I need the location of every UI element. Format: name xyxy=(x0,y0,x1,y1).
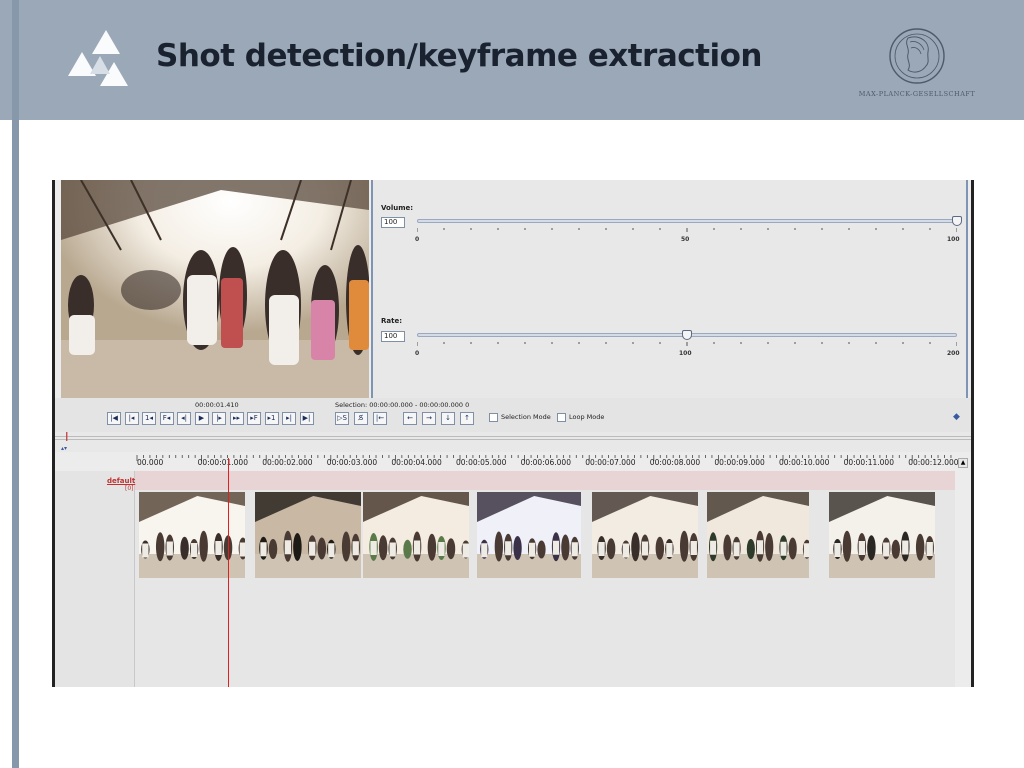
volume-rate-panel: Volume: 100 0 50 100 Rate: 100 0 100 200 xyxy=(371,180,968,398)
volume-tick-0: 0 xyxy=(415,236,420,243)
ruler-label: 00.000 xyxy=(137,458,164,467)
media-control-bar: 00:00:01.410 Selection: 00:00:00.000 - 0… xyxy=(55,398,971,432)
expand-collapse-icon[interactable]: ◆ xyxy=(953,412,960,422)
selection-to-crosshair-button[interactable]: |← xyxy=(373,412,387,425)
rate-ticks xyxy=(417,342,957,346)
triangles-logo-icon xyxy=(68,30,128,86)
time-ruler[interactable]: 00.000 00:00:01.000 00:00:02.000 00:00:03.0… xyxy=(135,455,959,471)
rate-label: Rate: xyxy=(381,317,403,325)
splitter-arrows-icon[interactable]: ▴▾ xyxy=(61,445,67,452)
tier-strip-default[interactable] xyxy=(135,471,955,490)
previous-frame-button[interactable]: F◂ xyxy=(159,412,174,425)
ruler-label: 00:00:05.000 xyxy=(456,458,507,467)
ruler-label: 00:00:12.000 xyxy=(908,458,959,467)
scroll-up-button[interactable]: ▲ xyxy=(958,458,968,468)
loop-mode-label: Loop Mode xyxy=(569,413,605,421)
play-selection-button[interactable]: ▸▸ xyxy=(229,412,244,425)
playhead-crosshair[interactable] xyxy=(228,458,229,687)
previous-second-button[interactable]: 1◂ xyxy=(142,412,156,425)
annotation-app-window: Volume: 100 0 50 100 Rate: 100 0 100 200… xyxy=(52,180,974,687)
next-second-button[interactable]: ▸1 xyxy=(264,412,279,425)
play-around-selection-button[interactable]: ▷S xyxy=(335,412,349,425)
keyframe-thumbnail[interactable] xyxy=(592,492,698,578)
volume-label: Volume: xyxy=(381,204,414,212)
volume-value-field[interactable]: 100 xyxy=(381,217,405,228)
institute-name: MAX-PLANCK-GESELLSCHAFT xyxy=(858,90,976,98)
video-viewer[interactable] xyxy=(61,180,369,398)
ruler-label: 00:00:03.000 xyxy=(326,458,378,467)
volume-ticks xyxy=(417,228,957,232)
previous-scrollview-button[interactable]: |◂ xyxy=(124,412,139,425)
play-pause-button[interactable]: ▶ xyxy=(194,412,209,425)
prev-annotation-button[interactable]: ← xyxy=(403,412,417,425)
slide: Shot detection/keyframe extraction MAX-P… xyxy=(0,0,1024,768)
ruler-label: 00:00:04.000 xyxy=(391,458,442,467)
ruler-label: 00:00:09.000 xyxy=(714,458,765,467)
panel-splitter[interactable]: I ▴▾ xyxy=(55,430,971,452)
loop-mode-checkbox[interactable] xyxy=(557,413,566,422)
current-time-display: 00:00:01.410 xyxy=(195,401,239,409)
ruler-label: 00:00:11.000 xyxy=(843,458,894,467)
next-pixel-button[interactable]: |▸ xyxy=(212,412,226,425)
selection-mode-checkbox[interactable] xyxy=(489,413,498,422)
volume-slider-thumb[interactable] xyxy=(952,216,962,226)
rate-slider-thumb[interactable] xyxy=(682,330,692,340)
go-to-begin-button[interactable]: |◀ xyxy=(107,412,121,425)
clear-selection-button[interactable]: S̸ xyxy=(354,412,368,425)
next-frame-button[interactable]: ▸F xyxy=(247,412,261,425)
tier-name-label[interactable]: default xyxy=(107,477,135,485)
keyframe-thumbnail[interactable] xyxy=(139,492,245,578)
slide-title: Shot detection/keyframe extraction xyxy=(156,38,762,74)
selection-mode-label: Selection Mode xyxy=(501,413,551,421)
volume-tick-100: 100 xyxy=(947,236,960,243)
rate-tick-100: 100 xyxy=(679,350,692,357)
keyframe-thumbnail[interactable] xyxy=(829,492,935,578)
keyframe-thumbnail[interactable] xyxy=(707,492,809,578)
left-accent-stripe xyxy=(12,0,19,768)
ruler-label: 00:00:01.000 xyxy=(197,458,248,467)
go-to-end-button[interactable]: ▶| xyxy=(299,412,314,425)
tier-annotation-count: [0] xyxy=(125,485,134,492)
rate-tick-0: 0 xyxy=(415,350,420,357)
rate-value-field[interactable]: 100 xyxy=(381,331,405,342)
volume-slider-track[interactable] xyxy=(417,219,957,223)
ruler-label: 00:00:07.000 xyxy=(585,458,636,467)
keyframe-thumbnail[interactable] xyxy=(363,492,469,578)
ruler-label: 00:00:08.000 xyxy=(649,458,701,467)
annotation-up-button[interactable]: ↑ xyxy=(460,412,474,425)
next-scrollview-button[interactable]: ▸| xyxy=(282,412,296,425)
ruler-label: 00:00:06.000 xyxy=(520,458,571,467)
annotation-down-button[interactable]: ↓ xyxy=(441,412,455,425)
volume-tick-50: 50 xyxy=(681,236,690,243)
ruler-label: 00:00:02.000 xyxy=(262,458,313,467)
keyframe-thumbnail[interactable] xyxy=(255,492,361,578)
rate-tick-200: 200 xyxy=(947,350,960,357)
next-annotation-button[interactable]: → xyxy=(422,412,436,425)
selection-display: Selection: 00:00:00.000 - 00:00:00.000 0 xyxy=(335,401,470,409)
ruler-label: 00:00:10.000 xyxy=(779,458,830,467)
crosshair-marker-icon: I xyxy=(65,430,69,444)
video-frame xyxy=(61,180,369,398)
previous-pixel-button[interactable]: ◂| xyxy=(177,412,191,425)
keyframe-thumbnail[interactable] xyxy=(477,492,581,578)
tier-name-gutter xyxy=(55,471,135,687)
